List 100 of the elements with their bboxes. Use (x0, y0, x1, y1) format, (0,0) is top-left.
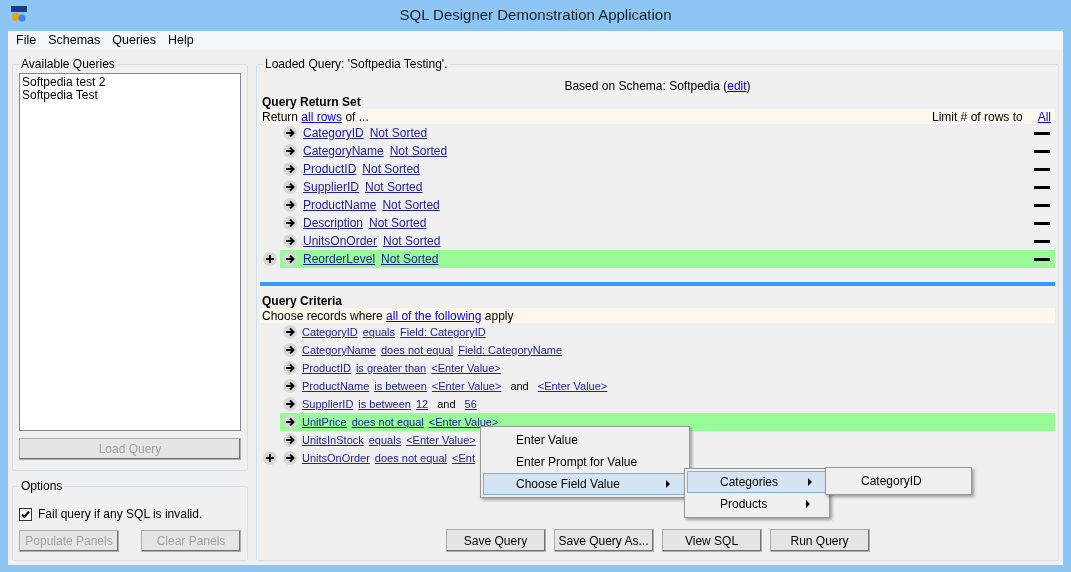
criteria-link[interactable]: does not equal (351, 413, 424, 431)
remove-icon[interactable] (1034, 221, 1050, 225)
criteria-link[interactable]: <Ent (452, 449, 475, 467)
criteria-link[interactable]: 56 (464, 395, 477, 413)
push-button[interactable]: Save Query (445, 529, 546, 552)
criteria-link[interactable]: UnitsOnOrder (302, 449, 370, 467)
criteria-link[interactable]: equals (362, 323, 396, 341)
limit-link[interactable]: All (1037, 107, 1051, 126)
remove-icon[interactable] (1034, 239, 1050, 243)
field-link[interactable]: CategoryName (303, 142, 384, 160)
criteria-link[interactable]: equals (368, 431, 402, 449)
criteria-link[interactable]: ProductID (302, 359, 351, 377)
checkbox[interactable] (19, 507, 32, 521)
sort-link[interactable]: Not Sorted (369, 214, 427, 232)
field-link[interactable]: Description (303, 214, 364, 232)
sort-link[interactable]: Not Sorted (382, 196, 440, 214)
sort-link[interactable]: Not Sorted (365, 178, 423, 196)
arrow-icon[interactable] (283, 361, 297, 375)
criteria-link[interactable]: CategoryID (302, 323, 358, 341)
menu-item[interactable]: Choose Field Value (483, 473, 687, 495)
menu-item[interactable]: File (10, 31, 43, 50)
arrow-icon[interactable] (283, 126, 297, 140)
criteria-link[interactable]: is between (358, 395, 411, 413)
arrow-icon[interactable] (283, 144, 297, 158)
field-link[interactable]: CategoryID (303, 124, 364, 142)
field-row[interactable]: CategoryID Not Sorted (280, 124, 1055, 142)
field-row[interactable]: Description Not Sorted (280, 214, 1055, 232)
sort-link[interactable]: Not Sorted (381, 250, 439, 268)
menu-item[interactable]: Products (687, 493, 827, 515)
field-link[interactable]: ReorderLevel (303, 250, 376, 268)
field-link[interactable]: UnitsOnOrder (303, 232, 378, 250)
group-title: Available Queries (20, 56, 116, 73)
sort-link[interactable]: Not Sorted (362, 160, 420, 178)
arrow-icon[interactable] (283, 216, 297, 230)
field-row[interactable]: UnitsOnOrder Not Sorted (280, 232, 1055, 250)
criteria-link[interactable]: does not equal (381, 341, 454, 359)
remove-icon[interactable] (1034, 167, 1050, 171)
criteria-link[interactable]: <Enter Value> (537, 377, 608, 395)
link[interactable]: all rows (301, 109, 343, 124)
plus-icon[interactable] (263, 451, 277, 465)
field-row[interactable]: ProductName Not Sorted (280, 196, 1055, 214)
remove-icon[interactable] (1034, 203, 1050, 207)
menu-item[interactable]: Schemas (42, 31, 107, 50)
criteria-link[interactable]: Field: CategoryName (458, 341, 563, 359)
criteria-link[interactable]: 12 (415, 395, 429, 413)
criteria-link[interactable]: is between (374, 377, 427, 395)
link[interactable]: all of the following (386, 308, 482, 323)
sort-link[interactable]: Not Sorted (383, 232, 441, 250)
field-link[interactable]: SupplierID (303, 178, 360, 196)
arrow-icon[interactable] (283, 198, 297, 212)
push-button[interactable]: View SQL (661, 529, 762, 552)
link[interactable]: edit (727, 79, 747, 93)
criteria-link[interactable]: <Enter Value> (431, 377, 502, 395)
list-item[interactable]: Softpedia test 2 (21, 76, 239, 89)
arrow-icon[interactable] (283, 180, 297, 194)
arrow-icon[interactable] (283, 325, 297, 339)
arrow-icon[interactable] (283, 162, 297, 176)
push-button[interactable]: Save Query As... (553, 529, 654, 552)
menu-item[interactable]: Enter Prompt for Value (483, 451, 687, 473)
arrow-icon[interactable] (283, 451, 297, 465)
criteria-link[interactable]: does not equal (374, 449, 448, 467)
menu-item[interactable]: CategoryID (828, 470, 969, 492)
criteria-link[interactable]: UnitsInStock (302, 431, 364, 449)
field-row[interactable]: SupplierID Not Sorted (280, 178, 1055, 196)
criteria-link[interactable]: <Enter Value> (406, 431, 476, 449)
selected-row-highlight[interactable]: UnitPrice does not equal <Enter Value> (280, 413, 1055, 431)
arrow-icon[interactable] (283, 379, 297, 393)
remove-icon[interactable] (1034, 185, 1050, 189)
arrow-icon[interactable] (283, 343, 297, 357)
menu-item[interactable]: Categories (687, 471, 827, 493)
field-row[interactable]: CategoryName Not Sorted (280, 142, 1055, 160)
list-item[interactable]: Softpedia Test (21, 89, 239, 102)
field-link[interactable]: ProductName (303, 196, 377, 214)
push-button[interactable]: Run Query (769, 529, 870, 552)
plus-icon[interactable] (263, 252, 277, 266)
criteria-link[interactable]: <Enter Value> (428, 413, 499, 431)
criteria-link[interactable]: SupplierID (302, 395, 354, 413)
remove-icon[interactable] (1034, 149, 1050, 153)
criteria-link[interactable]: is greater than (355, 359, 427, 377)
remove-icon[interactable] (1034, 257, 1050, 261)
arrow-icon[interactable] (283, 397, 297, 411)
criteria-link[interactable]: CategoryName (302, 341, 376, 359)
arrow-icon[interactable] (283, 252, 297, 266)
criteria-link[interactable]: <Enter Value> (431, 359, 501, 377)
criteria-link[interactable]: Field: CategoryID (400, 323, 486, 341)
field-row[interactable]: ProductID Not Sorted (280, 160, 1055, 178)
sort-link[interactable]: Not Sorted (389, 142, 448, 160)
menu-item[interactable]: Enter Value (483, 429, 687, 451)
field-row[interactable]: ReorderLevel Not Sorted (280, 250, 1055, 268)
arrow-icon[interactable] (283, 433, 297, 447)
submenu-arrow-icon (806, 500, 810, 508)
criteria-link[interactable]: ProductName (302, 377, 370, 395)
criteria-link[interactable]: UnitPrice (302, 413, 347, 431)
menu-item[interactable]: Queries (106, 31, 163, 50)
field-link[interactable]: ProductID (303, 160, 357, 178)
menu-item[interactable]: Help (162, 31, 200, 50)
remove-icon[interactable] (1034, 131, 1050, 135)
arrow-icon[interactable] (283, 234, 297, 248)
sort-link[interactable]: Not Sorted (369, 124, 428, 142)
arrow-icon[interactable] (283, 415, 297, 429)
